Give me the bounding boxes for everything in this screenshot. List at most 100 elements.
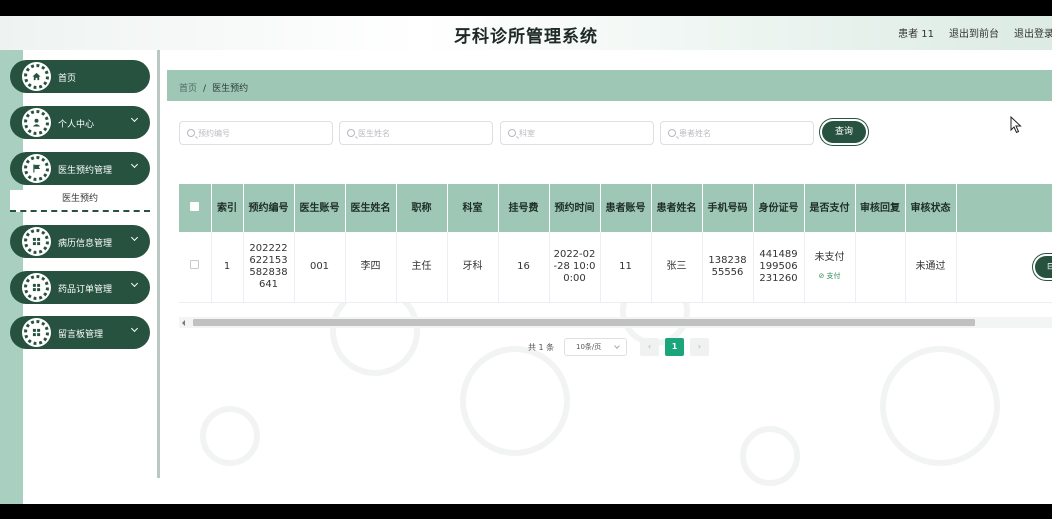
order-no-input[interactable] bbox=[198, 125, 328, 141]
chevron-down-icon bbox=[614, 343, 620, 349]
home-icon bbox=[24, 64, 49, 89]
cell-doctor-account: 001 bbox=[294, 232, 346, 303]
page-size-value: 10条/页 bbox=[576, 343, 602, 351]
dept-input[interactable] bbox=[519, 125, 649, 141]
col-header-status: 审核状态 bbox=[905, 184, 957, 232]
col-header-order-no: 预约编号 bbox=[243, 184, 295, 232]
sidebar-item-label: 个人中心 bbox=[58, 120, 95, 130]
col-header-index: 索引 bbox=[211, 184, 244, 232]
sidebar-item-label: 留言板管理 bbox=[58, 330, 104, 340]
cell-index: 1 bbox=[211, 232, 244, 303]
logout-link[interactable]: 退出登录 bbox=[1014, 25, 1052, 40]
table-row: 1 202222622153582838641 001 李四 主任 牙科 16 … bbox=[179, 232, 1052, 303]
grid-icon bbox=[24, 229, 49, 254]
col-header-patient-name: 患者姓名 bbox=[651, 184, 703, 232]
flag-icon bbox=[24, 156, 49, 181]
doctor-name-input[interactable] bbox=[358, 125, 488, 141]
cell-reply bbox=[855, 232, 906, 303]
col-header-title: 职称 bbox=[396, 184, 448, 232]
search-form: 查询 bbox=[179, 121, 1052, 145]
sidebar-item-records[interactable]: 病历信息管理 bbox=[10, 225, 150, 258]
breadcrumb-separator: / bbox=[203, 84, 207, 94]
table-header-row: 索引 预约编号 医生账号 医生姓名 职称 科室 挂号费 预约时间 患者账号 患者… bbox=[179, 184, 1052, 232]
sidebar-item-label: 医生预约管理 bbox=[58, 166, 113, 176]
row-checkbox[interactable] bbox=[190, 260, 200, 270]
select-all-cell[interactable] bbox=[179, 184, 212, 232]
row-select-cell[interactable] bbox=[179, 232, 212, 303]
col-header-reply: 审核回复 bbox=[855, 184, 906, 232]
search-icon bbox=[668, 129, 676, 137]
app-window: 牙科诊所管理系统 患者 11 退出到前台 退出登录 首页 个人中心 医生预约管理… bbox=[0, 16, 1052, 504]
current-user: 患者 11 bbox=[898, 29, 934, 40]
sidebar-subitem-appointment[interactable]: 医生预约 bbox=[10, 190, 150, 212]
sidebar-item-messages[interactable]: 留言板管理 bbox=[10, 316, 150, 349]
col-header-patient-account: 患者账号 bbox=[600, 184, 652, 232]
cell-order-no: 202222622153582838641 bbox=[243, 232, 295, 303]
scrollbar-thumb[interactable] bbox=[193, 319, 975, 326]
patient-name-field[interactable] bbox=[660, 121, 814, 145]
col-header-doctor-name: 医生姓名 bbox=[345, 184, 397, 232]
app-title: 牙科诊所管理系统 bbox=[454, 27, 598, 47]
sidebar-item-appointment[interactable]: 医生预约管理 bbox=[10, 152, 150, 185]
sidebar-item-label: 首页 bbox=[58, 74, 77, 84]
col-header-id-card: 身份证号 bbox=[753, 184, 805, 232]
user-icon bbox=[24, 110, 49, 135]
prev-page-button[interactable]: ‹ bbox=[640, 338, 659, 356]
col-header-fee: 挂号费 bbox=[498, 184, 550, 232]
col-header-phone: 手机号码 bbox=[702, 184, 754, 232]
breadcrumb-bar: 首页 / 医生预约 bbox=[167, 70, 1052, 101]
page-1-button[interactable]: 1 bbox=[665, 338, 684, 356]
paid-status: 未支付 bbox=[814, 251, 845, 263]
mouse-cursor-icon bbox=[1010, 116, 1022, 134]
dept-field[interactable] bbox=[500, 121, 654, 145]
cell-title: 主任 bbox=[396, 232, 448, 303]
col-header-time: 预约时间 bbox=[549, 184, 601, 232]
breadcrumb: 首页 / 医生预约 bbox=[179, 81, 248, 94]
header-links: 患者 11 退出到前台 退出登录 bbox=[898, 25, 1052, 40]
page-size-select[interactable]: 10条/页 bbox=[564, 338, 627, 356]
cell-time: 2022-02-28 10:00:00 bbox=[549, 232, 601, 303]
col-header-paid: 是否支付 bbox=[804, 184, 856, 232]
pay-button-label: 支付 bbox=[826, 271, 841, 280]
sidebar-item-home[interactable]: 首页 bbox=[10, 60, 150, 93]
breadcrumb-home[interactable]: 首页 bbox=[179, 84, 197, 94]
cell-ops: ⊟ 详 bbox=[956, 232, 1052, 303]
col-header-ops: 操作 bbox=[956, 184, 1052, 232]
col-header-doctor-account: 医生账号 bbox=[294, 184, 346, 232]
patient-name-input[interactable] bbox=[679, 125, 809, 141]
cell-id-card: 441489199506231260 bbox=[753, 232, 805, 303]
next-page-button[interactable]: › bbox=[690, 338, 709, 356]
sidebar-item-label: 病历信息管理 bbox=[58, 239, 113, 249]
total-count: 共 1 条 bbox=[528, 343, 555, 352]
appointment-table: 索引 预约编号 医生账号 医生姓名 职称 科室 挂号费 预约时间 患者账号 患者… bbox=[179, 184, 1052, 314]
doctor-name-field[interactable] bbox=[339, 121, 493, 145]
cell-patient-name: 张三 bbox=[651, 232, 703, 303]
cell-doctor-name: 李四 bbox=[345, 232, 397, 303]
col-header-dept: 科室 bbox=[447, 184, 499, 232]
chevron-down-icon bbox=[130, 324, 139, 333]
horizontal-scrollbar[interactable] bbox=[179, 317, 1052, 328]
query-button[interactable]: 查询 bbox=[822, 121, 866, 143]
top-header: 牙科诊所管理系统 患者 11 退出到前台 退出登录 bbox=[0, 16, 1052, 50]
chevron-down-icon bbox=[130, 233, 139, 242]
order-no-field[interactable] bbox=[179, 121, 333, 145]
chevron-down-icon bbox=[130, 279, 139, 288]
sidebar-item-profile[interactable]: 个人中心 bbox=[10, 106, 150, 139]
search-icon bbox=[508, 129, 516, 137]
detail-button[interactable]: ⊟ 详 bbox=[1035, 255, 1052, 278]
grid-icon bbox=[24, 275, 49, 300]
sidebar-divider bbox=[157, 50, 160, 478]
cell-phone: 13823855556 bbox=[702, 232, 754, 303]
cell-patient-account: 11 bbox=[600, 232, 652, 303]
scroll-left-arrow-icon[interactable] bbox=[182, 320, 185, 326]
back-to-front-link[interactable]: 退出到前台 bbox=[949, 25, 999, 40]
cell-dept: 牙科 bbox=[447, 232, 499, 303]
select-all-checkbox[interactable] bbox=[190, 201, 200, 211]
grid-icon bbox=[24, 320, 49, 345]
pay-button[interactable]: ⊘ 支付 bbox=[809, 270, 851, 282]
detail-icon: ⊟ bbox=[1047, 261, 1052, 272]
sidebar-item-label: 药品订单管理 bbox=[58, 285, 113, 295]
sidebar-item-drug-orders[interactable]: 药品订单管理 bbox=[10, 271, 150, 304]
chevron-down-icon bbox=[130, 160, 139, 169]
breadcrumb-current: 医生预约 bbox=[212, 84, 249, 94]
